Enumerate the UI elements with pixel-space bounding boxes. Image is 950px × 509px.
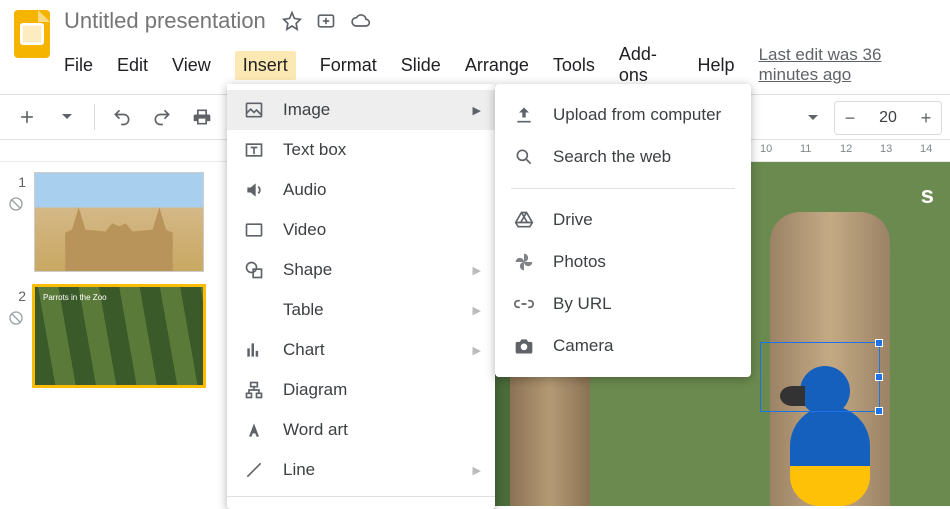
menu-label: Drive bbox=[553, 210, 593, 230]
insert-table[interactable]: Table ▶ bbox=[227, 290, 495, 330]
last-edit-link[interactable]: Last edit was 36 minutes ago bbox=[759, 45, 938, 85]
insert-textbox[interactable]: Text box bbox=[227, 130, 495, 170]
ruler-tick: 13 bbox=[880, 143, 892, 155]
menu-label: By URL bbox=[553, 294, 612, 314]
photos-icon bbox=[513, 251, 535, 273]
doc-title[interactable]: Untitled presentation bbox=[64, 8, 266, 34]
print-button[interactable] bbox=[185, 100, 219, 134]
textbox-icon bbox=[243, 139, 265, 161]
menu-edit[interactable]: Edit bbox=[117, 55, 148, 76]
menu-format[interactable]: Format bbox=[320, 55, 377, 76]
ruler-tick: 11 bbox=[800, 143, 811, 155]
menu-insert[interactable]: Insert bbox=[235, 51, 296, 80]
slide-options-icon[interactable] bbox=[8, 310, 26, 328]
menu-label: Shape bbox=[283, 260, 332, 280]
submenu-arrow-icon: ▶ bbox=[473, 264, 481, 277]
insert-from-photos[interactable]: Photos bbox=[495, 241, 751, 283]
insert-menu: Image ▶ Text box Audio Video Shape ▶ Tab… bbox=[227, 84, 495, 509]
slide-panel: 1 2 Parrots in the Zoo bbox=[0, 162, 230, 506]
menu-slide[interactable]: Slide bbox=[401, 55, 441, 76]
submenu-arrow-icon: ▶ bbox=[473, 304, 481, 317]
ruler-tick: 14 bbox=[920, 143, 932, 155]
upload-icon bbox=[513, 104, 535, 126]
new-slide-dropdown[interactable] bbox=[50, 100, 84, 134]
menu-label: Upload from computer bbox=[553, 105, 721, 125]
submenu-arrow-icon: ▶ bbox=[473, 344, 481, 357]
menu-label: Photos bbox=[553, 252, 606, 272]
insert-from-camera[interactable]: Camera bbox=[495, 325, 751, 367]
zoom-in-button[interactable]: + bbox=[911, 102, 941, 134]
audio-icon bbox=[243, 179, 265, 201]
image-submenu: Upload from computer Search the web Driv… bbox=[495, 84, 751, 377]
insert-image[interactable]: Image ▶ bbox=[227, 90, 495, 130]
slide-number: 2 bbox=[8, 286, 26, 304]
insert-by-url[interactable]: By URL bbox=[495, 283, 751, 325]
video-icon bbox=[243, 219, 265, 241]
menu-label: Line bbox=[283, 460, 315, 480]
wordart-icon bbox=[243, 419, 265, 441]
insert-video[interactable]: Video bbox=[227, 210, 495, 250]
ruler-tick: 12 bbox=[840, 143, 852, 155]
zoom-out-button[interactable]: − bbox=[835, 102, 865, 134]
menu-label: Audio bbox=[283, 180, 326, 200]
resize-handle[interactable] bbox=[875, 407, 883, 415]
menu-label: Diagram bbox=[283, 380, 347, 400]
menu-label: Video bbox=[283, 220, 326, 240]
chart-icon bbox=[243, 339, 265, 361]
submenu-arrow-icon: ▶ bbox=[473, 104, 481, 117]
menu-label: Image bbox=[283, 100, 330, 120]
slide-thumbnail-2[interactable]: Parrots in the Zoo bbox=[34, 286, 204, 386]
insert-line[interactable]: Line ▶ bbox=[227, 450, 495, 490]
insert-wordart[interactable]: Word art bbox=[227, 410, 495, 450]
slide-thumbnail-1[interactable] bbox=[34, 172, 204, 272]
zoom-value[interactable]: 20 bbox=[865, 109, 911, 127]
ruler-tick: 10 bbox=[760, 143, 772, 155]
menu-separator bbox=[511, 188, 735, 189]
cloud-icon[interactable] bbox=[350, 11, 372, 31]
menu-label: Camera bbox=[553, 336, 613, 356]
search-the-web[interactable]: Search the web bbox=[495, 136, 751, 178]
search-icon bbox=[513, 146, 535, 168]
menu-addons[interactable]: Add-ons bbox=[619, 44, 674, 86]
image-icon bbox=[243, 99, 265, 121]
menu-label: Search the web bbox=[553, 147, 671, 167]
zoom-dropdown[interactable] bbox=[796, 101, 830, 135]
shape-icon bbox=[243, 259, 265, 281]
resize-handle[interactable] bbox=[875, 339, 883, 347]
new-slide-button[interactable] bbox=[10, 100, 44, 134]
redo-button[interactable] bbox=[145, 100, 179, 134]
link-icon bbox=[513, 293, 535, 315]
move-icon[interactable] bbox=[316, 11, 336, 31]
thumbnail-caption: Parrots in the Zoo bbox=[43, 293, 107, 302]
menu-label: Word art bbox=[283, 420, 348, 440]
menu-help[interactable]: Help bbox=[698, 55, 735, 76]
undo-button[interactable] bbox=[105, 100, 139, 134]
insert-chart[interactable]: Chart ▶ bbox=[227, 330, 495, 370]
menu-label: Table bbox=[283, 300, 324, 320]
slides-logo[interactable] bbox=[12, 8, 52, 60]
menu-arrange[interactable]: Arrange bbox=[465, 55, 529, 76]
star-icon[interactable] bbox=[282, 11, 302, 31]
canvas-text-fragment: s bbox=[921, 182, 934, 210]
diagram-icon bbox=[243, 379, 265, 401]
menu-file[interactable]: File bbox=[64, 55, 93, 76]
menu-label: Chart bbox=[283, 340, 325, 360]
menu-separator bbox=[227, 496, 495, 497]
camera-icon bbox=[513, 335, 535, 357]
line-icon bbox=[243, 459, 265, 481]
menu-tools[interactable]: Tools bbox=[553, 55, 595, 76]
menu-label: Text box bbox=[283, 140, 346, 160]
resize-handle[interactable] bbox=[875, 373, 883, 381]
menu-view[interactable]: View bbox=[172, 55, 211, 76]
upload-from-computer[interactable]: Upload from computer bbox=[495, 94, 751, 136]
insert-diagram[interactable]: Diagram bbox=[227, 370, 495, 410]
insert-from-drive[interactable]: Drive bbox=[495, 199, 751, 241]
slide-options-icon[interactable] bbox=[8, 196, 26, 214]
insert-shape[interactable]: Shape ▶ bbox=[227, 250, 495, 290]
selection-box[interactable] bbox=[760, 342, 880, 412]
drive-icon bbox=[513, 209, 535, 231]
slide-number: 1 bbox=[8, 172, 26, 190]
insert-audio[interactable]: Audio bbox=[227, 170, 495, 210]
submenu-arrow-icon: ▶ bbox=[473, 464, 481, 477]
